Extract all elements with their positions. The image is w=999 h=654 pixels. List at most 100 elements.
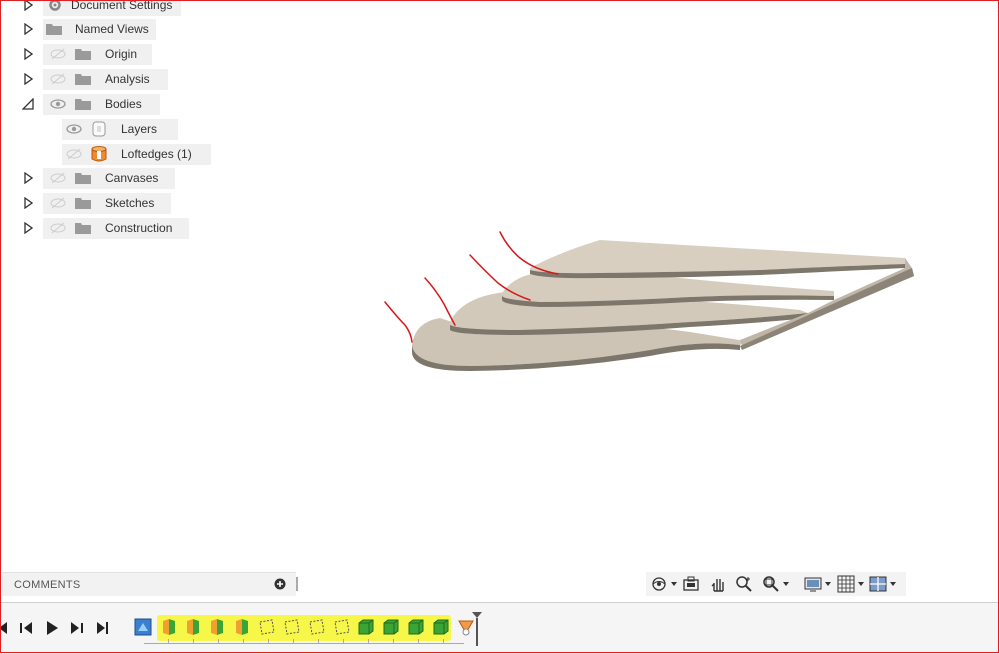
extrude-icon[interactable] (405, 616, 427, 638)
go-to-end-icon[interactable] (95, 620, 111, 636)
expand-arrow-icon[interactable] (22, 221, 34, 235)
model-view (384, 231, 914, 371)
folder-icon (73, 171, 93, 185)
step-back-icon[interactable] (18, 620, 34, 636)
fit-icon[interactable] (762, 575, 789, 593)
step-forward-icon[interactable] (69, 620, 85, 636)
tree-item-pill: Analysis (43, 68, 168, 90)
tree-item-label: Layers (121, 122, 158, 136)
eye-hidden-icon[interactable] (49, 196, 67, 210)
grid-icon[interactable] (837, 575, 864, 593)
body-icon (89, 146, 109, 162)
expand-arrow-icon[interactable] (22, 171, 34, 185)
extrude-icon[interactable] (380, 616, 402, 638)
tree-item-pill: Bodies (43, 93, 160, 115)
loft-body (412, 240, 914, 371)
folder-icon (73, 97, 93, 111)
gear-icon (47, 0, 63, 12)
tree-item-sketches[interactable]: Sketches (0, 192, 260, 214)
timeline-tick (218, 639, 219, 644)
folder-icon (73, 47, 93, 61)
orbit-icon[interactable] (650, 575, 677, 593)
zoom-icon[interactable] (735, 575, 753, 593)
tree-item-layers[interactable]: Layers (0, 118, 260, 140)
viewports-icon[interactable] (869, 575, 896, 593)
tree-item-label: Sketches (105, 196, 155, 210)
plane-icon[interactable] (306, 616, 328, 638)
eye-hidden-icon[interactable] (49, 171, 67, 185)
tree-item-pill: Sketches (43, 192, 171, 214)
navigation-toolbar (646, 572, 906, 596)
sketch-icon[interactable] (132, 616, 154, 638)
tree-item-pill: Construction (43, 217, 189, 239)
loft-icon[interactable] (206, 616, 228, 638)
play-icon[interactable] (44, 620, 60, 636)
tree-item-pill: Layers (62, 118, 178, 140)
expand-arrow-icon[interactable] (22, 0, 34, 12)
tree-item-label: Canvases (105, 171, 159, 185)
extrude-icon[interactable] (355, 616, 377, 638)
tree-item-label: Document Settings (71, 0, 173, 12)
timeline-tick (318, 639, 319, 644)
extrude-icon[interactable] (430, 616, 452, 638)
loft-icon[interactable] (158, 616, 180, 638)
folder-icon (73, 221, 93, 235)
collapse-arrow-icon[interactable] (22, 97, 34, 111)
timeline-tick (443, 639, 444, 644)
comments-panel[interactable]: COMMENTS (2, 572, 298, 596)
tree-item-bodies[interactable]: Bodies (0, 93, 260, 115)
eye-hidden-icon[interactable] (49, 221, 67, 235)
look-at-icon[interactable] (682, 575, 700, 593)
tree-item-label: Named Views (75, 22, 149, 36)
timeline-tick (343, 639, 344, 644)
expand-arrow-icon[interactable] (22, 47, 34, 61)
timeline (0, 602, 999, 654)
pan-icon[interactable] (709, 575, 727, 593)
tree-item-construction[interactable]: Construction (0, 217, 260, 239)
eye-visible-icon[interactable] (65, 122, 83, 136)
expand-arrow-icon[interactable] (22, 22, 34, 36)
loft-icon[interactable] (231, 616, 253, 638)
timeline-tick (168, 639, 169, 644)
tree-item-label: Origin (105, 47, 138, 61)
tree-item-pill: Named Views (43, 18, 156, 40)
expand-arrow-icon[interactable] (22, 196, 34, 210)
tree-item-loftedges[interactable]: Loftedges (1) (0, 143, 260, 165)
timeline-marker[interactable] (471, 611, 483, 650)
eye-hidden-icon[interactable] (49, 72, 67, 86)
eye-visible-icon[interactable] (49, 97, 67, 111)
add-comment-icon[interactable] (274, 578, 286, 590)
expand-arrow-icon[interactable] (22, 72, 34, 86)
tree-item-analysis[interactable]: Analysis (0, 68, 260, 90)
folder-icon (73, 196, 93, 210)
display-settings-icon[interactable] (804, 575, 831, 593)
plane-icon[interactable] (331, 616, 353, 638)
plane-icon[interactable] (281, 616, 303, 638)
timeline-tick (193, 639, 194, 644)
timeline-tick (243, 639, 244, 644)
timeline-tick (268, 639, 269, 644)
tree-item-pill: Canvases (43, 167, 175, 189)
timeline-tick (293, 639, 294, 644)
canvas-viewport[interactable] (0, 0, 999, 600)
timeline-tick (393, 639, 394, 644)
go-to-start-icon[interactable] (0, 620, 10, 636)
tree-item-named-views[interactable]: Named Views (0, 18, 260, 40)
loft-icon[interactable] (182, 616, 204, 638)
panel-resize-handle[interactable] (296, 577, 298, 591)
plane-icon[interactable] (256, 616, 278, 638)
timeline-tick (418, 639, 419, 644)
tree-item-document-settings[interactable]: Document Settings (0, 0, 260, 16)
tree-item-origin[interactable]: Origin (0, 43, 260, 65)
eye-hidden-icon[interactable] (65, 147, 83, 161)
eye-hidden-icon[interactable] (49, 47, 67, 61)
tree-item-pill: Document Settings (43, 0, 181, 16)
layer-icon (89, 121, 109, 137)
tree-item-canvases[interactable]: Canvases (0, 167, 260, 189)
tree-item-label: Bodies (105, 97, 142, 111)
folder-icon (45, 22, 63, 36)
comments-title: COMMENTS (14, 578, 81, 591)
folder-icon (73, 72, 93, 86)
tree-item-label: Loftedges (1) (121, 147, 192, 161)
tree-item-pill: Loftedges (1) (62, 143, 211, 165)
